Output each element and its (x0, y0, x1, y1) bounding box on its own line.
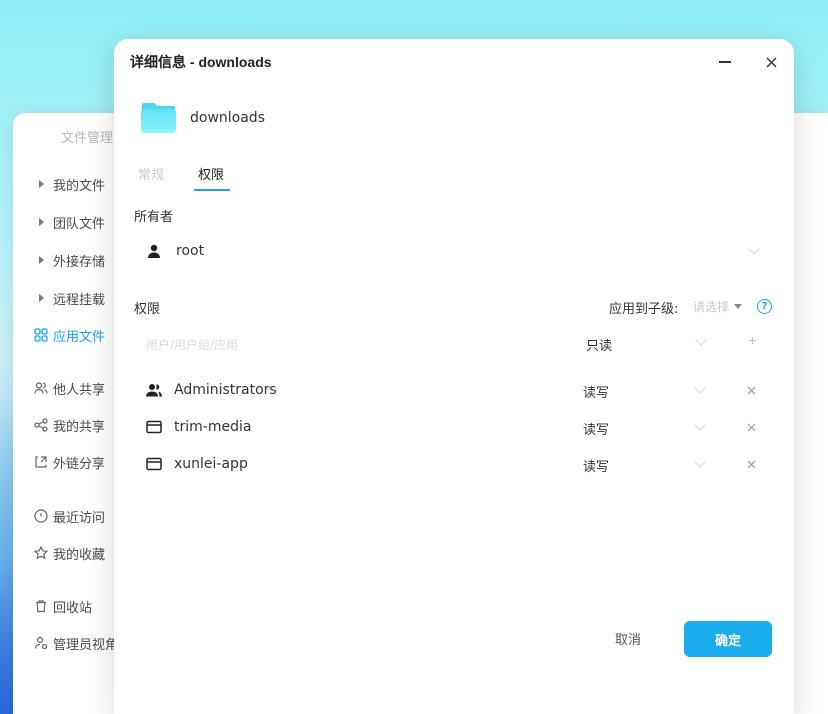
apply-to-children-value: 请选择 (693, 300, 730, 314)
nav-item-remote-mount[interactable]: 远程挂载 (29, 288, 105, 308)
nav-item-my-shares[interactable]: 我的共享 (29, 415, 105, 435)
folder-icon (141, 103, 176, 133)
owner-label: 所有者 (134, 210, 174, 225)
active-tab-indicator (194, 189, 230, 191)
nav-item-app-files[interactable]: 应用文件 (29, 325, 105, 345)
chevron-down-icon (695, 334, 707, 346)
nav-item-my-files[interactable]: 我的文件 (29, 174, 105, 194)
help-icon[interactable]: ? (757, 299, 772, 314)
close-button[interactable] (760, 51, 782, 73)
share-icon (29, 418, 53, 432)
owner-value: root (176, 243, 205, 259)
permission-row-administrators: Administrators 读写 (146, 379, 766, 401)
nav-item-label: 外链分享 (53, 456, 106, 472)
grid-icon (29, 328, 53, 342)
nav-item-label: 远程挂载 (53, 292, 106, 308)
nav-item-recycle-bin[interactable]: 回收站 (29, 596, 92, 616)
nav-item-label: 我的共享 (53, 419, 106, 435)
add-icon[interactable]: + (748, 334, 757, 347)
nav-item-team-files[interactable]: 团队文件 (29, 212, 105, 232)
close-icon (747, 460, 755, 468)
add-permission-row: 用户/用户组/应用 只读 + (146, 334, 766, 354)
triangle-down-icon (734, 304, 743, 309)
nav-item-link-shares[interactable]: 外链分享 (29, 452, 105, 472)
file-manager-title: 文件管理 (61, 131, 114, 146)
nav-item-label: 应用文件 (53, 329, 106, 345)
dialog-title: 详细信息 - downloads (130, 54, 272, 70)
permission-select[interactable]: 读写 (583, 419, 609, 438)
app-window-icon (146, 456, 162, 472)
nav-item-label: 最近访问 (53, 510, 106, 526)
new-permission-value[interactable]: 只读 (586, 335, 612, 354)
nav-item-label: 我的收藏 (53, 547, 106, 563)
person-icon (148, 244, 160, 258)
folder-name: downloads (190, 110, 265, 126)
admin-view-icon (29, 636, 53, 650)
permission-entry-name: trim-media (174, 419, 252, 435)
caret-right-icon (29, 180, 53, 188)
permission-row-xunlei-app: xunlei-app 读写 (146, 453, 766, 475)
close-icon (766, 57, 776, 67)
tab-permissions[interactable]: 权限 (198, 164, 224, 183)
caret-right-icon (29, 256, 53, 264)
nav-item-shared-with-me[interactable]: 他人共享 (29, 378, 105, 398)
user-group-icon (146, 382, 162, 398)
nav-item-label: 我的文件 (53, 178, 106, 194)
apply-to-children-label: 应用到子级: (609, 302, 679, 317)
cancel-button[interactable]: 取消 (598, 623, 658, 653)
nav-item-recent[interactable]: 最近访问 (29, 506, 105, 526)
remove-entry-button[interactable] (743, 453, 759, 475)
caret-right-icon (29, 294, 53, 302)
owner-select[interactable]: root (134, 238, 774, 264)
apply-to-children-select[interactable]: 请选择 (693, 298, 743, 315)
permission-select[interactable]: 读写 (583, 456, 609, 475)
nav-item-label: 团队文件 (53, 216, 106, 232)
user-select-placeholder[interactable]: 用户/用户组/应用 (146, 336, 238, 353)
permission-row-trim-media: trim-media 读写 (146, 416, 766, 438)
users-icon (29, 381, 53, 395)
nav-item-label: 回收站 (53, 600, 93, 616)
close-icon (747, 423, 755, 431)
star-icon (29, 546, 53, 560)
close-icon (747, 386, 755, 394)
ok-button[interactable]: 确定 (684, 621, 772, 657)
permission-label: 权限 (134, 302, 161, 317)
tab-general[interactable]: 常规 (138, 164, 164, 183)
caret-right-icon (29, 218, 53, 226)
trash-icon (29, 599, 53, 613)
permission-entry-name: Administrators (174, 382, 277, 398)
nav-item-label: 外接存储 (53, 254, 106, 270)
remove-entry-button[interactable] (743, 416, 759, 438)
minimize-icon (719, 61, 731, 63)
link-share-icon (29, 455, 53, 469)
nav-item-admin-view[interactable]: 管理员视角 (29, 633, 118, 653)
details-dialog: 详细信息 - downloads downloads 常规 权限 所有者 roo… (114, 39, 794, 714)
nav-item-label: 他人共享 (53, 382, 106, 398)
remove-entry-button[interactable] (743, 379, 759, 401)
clock-icon (29, 509, 53, 523)
chevron-down-icon (694, 382, 706, 394)
nav-item-external-storage[interactable]: 外接存储 (29, 250, 105, 270)
nav-item-favorites[interactable]: 我的收藏 (29, 543, 105, 563)
chevron-down-icon (694, 456, 706, 468)
app-window-icon (146, 419, 162, 435)
permission-select[interactable]: 读写 (583, 382, 609, 401)
chevron-down-icon (694, 419, 706, 431)
nav-item-label: 管理员视角 (53, 637, 119, 653)
minimize-button[interactable] (714, 51, 736, 73)
permission-entry-name: xunlei-app (174, 456, 248, 472)
